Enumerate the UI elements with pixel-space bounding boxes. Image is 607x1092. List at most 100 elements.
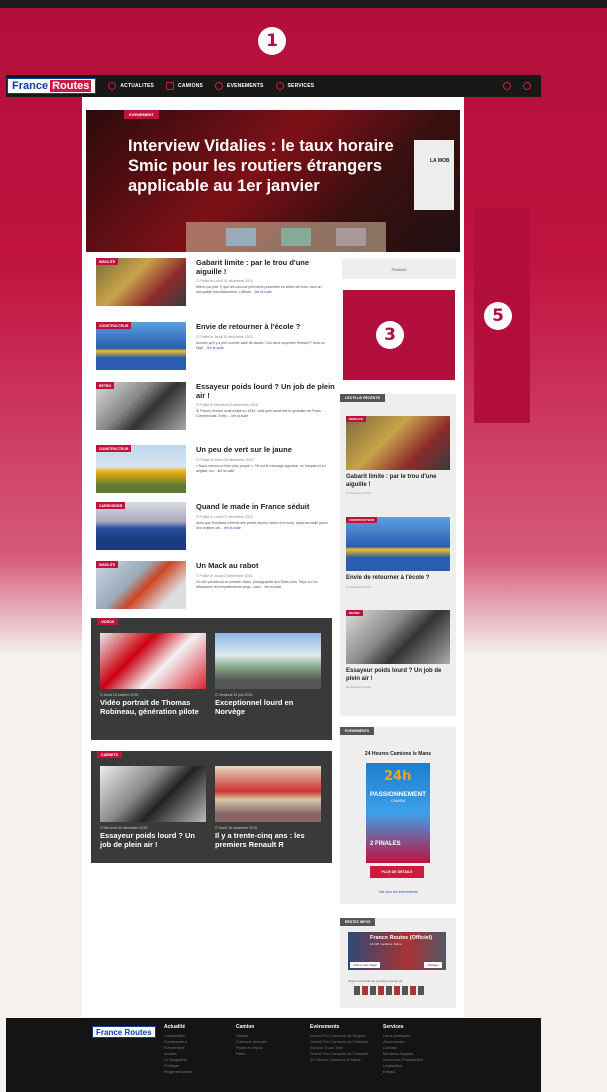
article-thumbnail[interactable] <box>96 445 186 493</box>
fb-share-button[interactable]: Partager <box>424 962 442 968</box>
article-excerpt: Mieux (ou pire ?) que les convois péruvi… <box>196 285 332 295</box>
read-more-link[interactable]: lire la suite <box>255 290 272 294</box>
nav-item-actualites[interactable]: ACTUALITES <box>108 82 154 90</box>
ad-slot-highlight: 3 <box>343 290 455 380</box>
article-tag[interactable]: CARROSSIER <box>96 502 126 509</box>
video-thumbnail[interactable] <box>100 633 206 689</box>
read-more-link[interactable]: lire la suite <box>264 585 281 589</box>
article-tag[interactable]: INSOLITE <box>96 561 119 568</box>
site-logo[interactable]: France Routes <box>7 78 97 94</box>
recent-thumbnail[interactable]: INSOLITE <box>346 416 450 470</box>
video-title[interactable]: Vidéo portrait de Thomas Robineau, génér… <box>100 698 206 716</box>
recent-title[interactable]: Essayeur poids lourd ? Un job de plein a… <box>346 668 450 683</box>
read-more-link[interactable]: lire la suite <box>207 346 224 350</box>
article-thumbnail[interactable] <box>96 258 186 306</box>
recent-title[interactable]: Envie de retourner à l'école ? <box>346 575 450 583</box>
footer-link[interactable]: Réglementation <box>164 1069 192 1075</box>
article-card[interactable]: CONSTRUCTEUR Envie de retourner à l'écol… <box>96 322 332 376</box>
recent-card[interactable]: RETRO Essayeur poids lourd ? Un job de p… <box>346 610 450 689</box>
article-card[interactable]: INSOLITE Un Mack au rabot © Publié le Je… <box>96 561 332 615</box>
recent-card[interactable]: CONSTRUCTEUR Envie de retourner à l'écol… <box>346 517 450 589</box>
article-thumbnail[interactable] <box>96 382 186 430</box>
carnets-tag[interactable]: CARNETS <box>97 751 122 758</box>
article-thumbnail[interactable] <box>96 502 186 550</box>
carnet-card[interactable]: © Jeudi 26 novembre 2015 Il y a trente-c… <box>215 766 321 849</box>
recent-thumbnail[interactable]: RETRO <box>346 610 450 664</box>
article-thumbnail[interactable] <box>96 561 186 609</box>
recent-title[interactable]: Gabarit limite : par le trou d'une aigui… <box>346 474 450 489</box>
events-header: EVENEMENTS <box>340 727 375 735</box>
hero-monitor <box>336 228 366 246</box>
all-events-link[interactable]: Voir tous les événements <box>340 890 456 894</box>
video-card[interactable]: © Jeudi 15 octobre 2015 Vidéo portrait d… <box>100 633 206 716</box>
article-title[interactable]: Un peu de vert sur le jaune <box>196 445 336 454</box>
avatar <box>362 986 368 995</box>
recent-card[interactable]: INSOLITE Gabarit limite : par le trou d'… <box>346 416 450 495</box>
user-icon[interactable] <box>523 82 531 90</box>
recent-header: LES PLUS RECENTS <box>340 394 385 402</box>
nav-item-services[interactable]: SERVICES <box>275 82 315 90</box>
videos-tag[interactable]: VIDEOS <box>97 618 119 625</box>
nav-item-camions[interactable]: CAMIONS <box>166 82 203 90</box>
poster-title: PASSIONNEMENT <box>369 791 427 798</box>
event-details-button[interactable]: PLUS DE DÉTAILS <box>370 866 424 878</box>
carnet-thumbnail[interactable] <box>215 766 321 822</box>
top-strip <box>0 0 607 8</box>
footer-logo[interactable]: France Routes <box>92 1026 156 1038</box>
social-widget: RESTEZ INFOS France Routes (Officiel) 12… <box>340 918 456 1008</box>
article-thumbnail[interactable] <box>96 322 186 370</box>
read-more-link[interactable]: lire la suite <box>218 469 235 473</box>
nav-item-evenements[interactable]: EVENEMENTS <box>215 82 263 90</box>
avatar <box>418 986 424 995</box>
footer-heading[interactable]: Camion <box>236 1024 267 1030</box>
hero-title[interactable]: Interview Vidalies : le taux horaire Smi… <box>128 136 408 196</box>
recent-tag[interactable]: INSOLITE <box>346 416 366 422</box>
facebook-page-box[interactable]: France Routes (Officiel) 12 200 mentions… <box>348 932 446 970</box>
carnet-thumbnail[interactable] <box>100 766 206 822</box>
footer-heading[interactable]: Evènements <box>310 1024 376 1030</box>
article-card[interactable]: RETRO Essayeur poids lourd ? Un job de p… <box>96 382 335 436</box>
search-icon[interactable] <box>503 82 511 90</box>
video-thumbnail[interactable] <box>215 633 321 689</box>
footer-heading[interactable]: Actualité <box>164 1024 192 1030</box>
article-title[interactable]: Envie de retourner à l'école ? <box>196 322 336 331</box>
footer-link[interactable]: 24 Heures Camions le Mans <box>310 1057 376 1063</box>
video-title[interactable]: Exceptionnel lourd en Norvège <box>215 698 321 716</box>
excerpt-text: Un brin paradoxal ce wrecker Mack, photo… <box>196 580 318 589</box>
footer-heading[interactable]: Services <box>383 1024 423 1030</box>
article-card[interactable]: CONSTRUCTEUR Un peu de vert sur le jaune… <box>96 445 332 499</box>
carnet-title[interactable]: Il y a trente-cinq ans : les premiers Re… <box>215 831 321 849</box>
article-tag[interactable]: INSOLITE <box>96 258 119 265</box>
carnet-card[interactable]: © Mercredi 09 décembre 2015 Essayeur poi… <box>100 766 206 849</box>
read-more-link[interactable]: lire la suite <box>231 414 248 418</box>
event-title[interactable]: 24 Heures Camions le Mans <box>340 751 456 757</box>
recent-thumbnail[interactable]: CONSTRUCTEUR <box>346 517 450 571</box>
article-title[interactable]: Un Mack au rabot <box>196 561 336 570</box>
recent-tag[interactable]: RETRO <box>346 610 363 616</box>
event-poster[interactable]: 24h PASSIONNEMENT CAMION 2 FINALES <box>366 763 430 863</box>
site-footer: France Routes Actualité Compétition Cons… <box>6 1018 541 1092</box>
social-header: RESTEZ INFOS <box>340 918 376 926</box>
carnet-title[interactable]: Essayeur poids lourd ? Un job de plein a… <box>100 831 206 849</box>
fb-page-name[interactable]: France Routes (Officiel) <box>370 935 432 941</box>
article-tag[interactable]: CONSTRUCTEUR <box>96 445 132 452</box>
article-tag[interactable]: CONSTRUCTEUR <box>96 322 132 329</box>
footer-link[interactable]: Rétro <box>236 1051 267 1057</box>
footer-link[interactable]: Emploi <box>383 1069 423 1075</box>
recent-tag[interactable]: CONSTRUCTEUR <box>346 517 378 523</box>
recent-date: 10 décembre 2015 <box>346 584 372 589</box>
article-tag[interactable]: RETRO <box>96 382 115 389</box>
article-card[interactable]: INSOLITE Gabarit limite : par le trou d'… <box>96 258 332 312</box>
read-more-link[interactable]: lire la suite <box>224 526 241 530</box>
video-card[interactable]: © Vendredi 19 juin 2015 Exceptionnel lou… <box>215 633 321 716</box>
article-title[interactable]: Quand le made in France séduit <box>196 502 336 511</box>
article-card[interactable]: CARROSSIER Quand le made in France sédui… <box>96 502 332 556</box>
poster-finals: 2 FINALES <box>370 841 401 847</box>
article-title[interactable]: Essayeur poids lourd ? Un job de plein a… <box>196 382 336 400</box>
nav-label: EVENEMENTS <box>227 83 264 89</box>
fb-like-button[interactable]: J'aime cette Page <box>350 962 380 968</box>
poster-logo: 24h <box>384 769 412 784</box>
article-title[interactable]: Gabarit limite : par le trou d'une aigui… <box>196 258 336 276</box>
logo-text-a: France <box>12 80 49 92</box>
avatar <box>378 986 384 995</box>
